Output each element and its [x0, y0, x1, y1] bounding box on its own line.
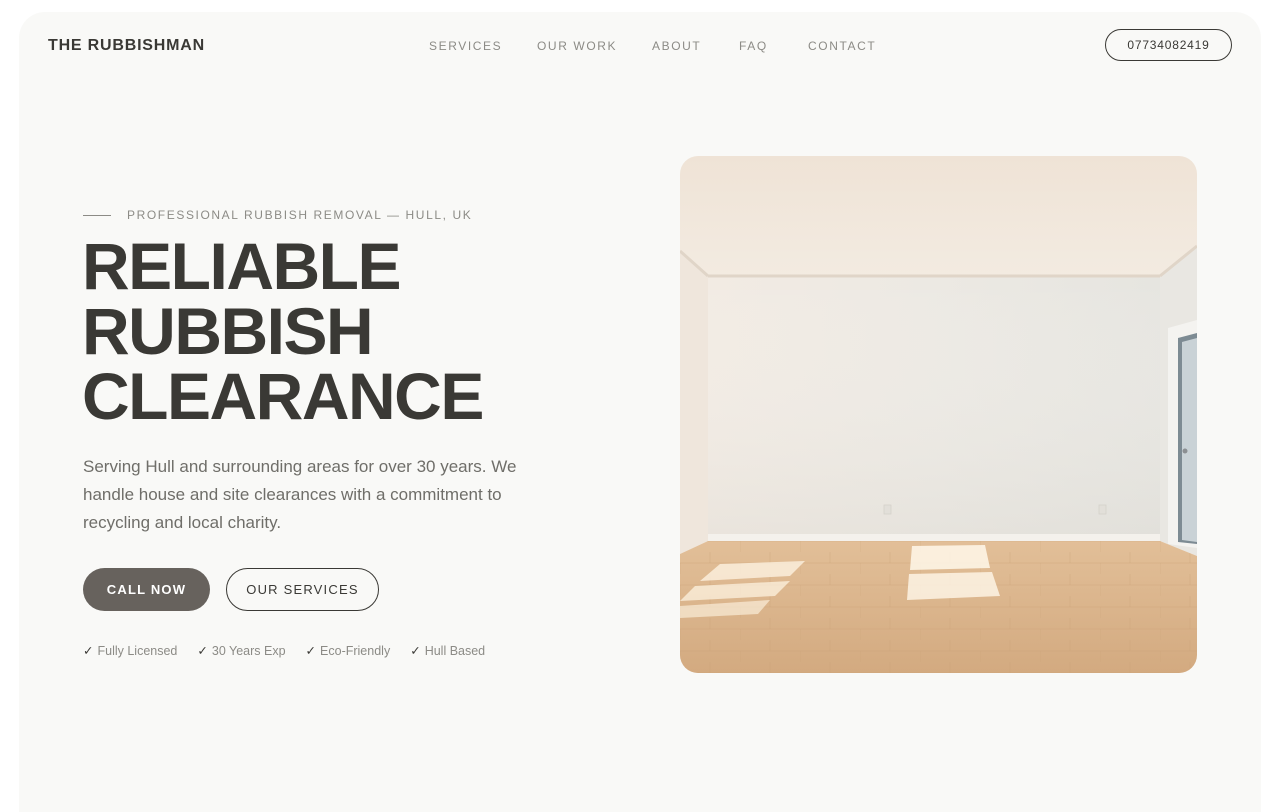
room-photo-icon — [680, 156, 1197, 673]
headline-line-3: CLEARANCE — [82, 359, 484, 433]
eyebrow: PROFESSIONAL RUBBISH REMOVAL — HULL, UK — [83, 208, 472, 222]
our-services-button[interactable]: OUR SERVICES — [226, 568, 379, 611]
nav-services[interactable]: SERVICES — [429, 39, 502, 53]
eyebrow-divider — [83, 214, 111, 216]
hero-room-image — [680, 156, 1197, 673]
trust-badges: ✓ Fully Licensed ✓ 30 Years Exp ✓ Eco-Frien… — [83, 643, 485, 658]
nav-contact[interactable]: CONTACT — [808, 39, 876, 53]
eyebrow-text: PROFESSIONAL RUBBISH REMOVAL — HULL, UK — [127, 208, 473, 222]
check-icon: ✓ — [83, 644, 94, 658]
nav-faq[interactable]: FAQ — [739, 39, 768, 53]
hero-description: Serving Hull and surrounding areas for o… — [83, 457, 517, 532]
headline-line-2: RUBBISH — [82, 294, 374, 368]
check-icon: ✓ — [197, 644, 208, 658]
call-now-button[interactable]: CALL NOW — [83, 568, 210, 611]
phone-button[interactable]: 07734082419 — [1105, 29, 1232, 61]
nav-about[interactable]: ABOUT — [652, 39, 701, 53]
badge-licensed: ✓ Fully Licensed — [83, 644, 178, 658]
headline-line-1: RELIABLE — [82, 229, 401, 303]
page-card: THE RUBBISHMAN SERVICES OUR WORK ABOUT F… — [19, 12, 1261, 812]
hero-headline: RELIABLE RUBBISH CLEARANCE — [82, 229, 484, 433]
badge-experience: ✓ 30 Years Exp — [197, 644, 286, 658]
brand-logo[interactable]: THE RUBBISHMAN — [48, 37, 205, 55]
check-icon: ✓ — [305, 644, 317, 658]
badge-hull: ✓ Hull Based — [410, 644, 486, 658]
nav-our-work[interactable]: OUR WORK — [537, 39, 617, 53]
badge-eco: ✓ Eco-Friendly — [305, 644, 391, 658]
check-icon: ✓ — [410, 644, 421, 658]
